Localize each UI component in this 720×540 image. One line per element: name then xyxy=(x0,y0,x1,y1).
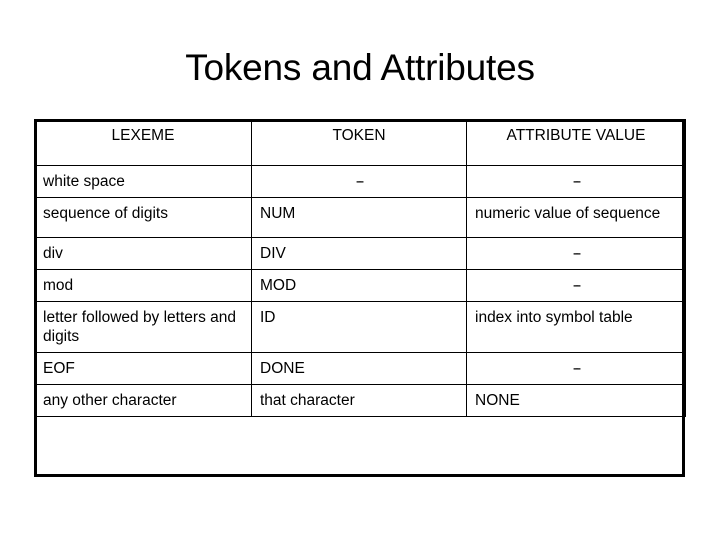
cell-attribute-value: NONE xyxy=(466,384,686,417)
null-value-dash: -- xyxy=(355,173,364,190)
cell-lexeme: white space xyxy=(34,165,252,198)
cell-attribute-value: -- xyxy=(466,237,686,270)
table-row: div DIV -- xyxy=(34,237,686,270)
cell-token: ID xyxy=(251,301,467,353)
column-header-token: TOKEN xyxy=(251,119,467,166)
table-header-row: LEXEME TOKEN ATTRIBUTE VALUE xyxy=(34,119,686,166)
null-value-dash: -- xyxy=(572,360,581,377)
cell-attribute-value: numeric value of sequence xyxy=(466,197,686,238)
table-row: white space -- -- xyxy=(34,165,686,198)
cell-attribute-value: -- xyxy=(466,269,686,302)
cell-token: NUM xyxy=(251,197,467,238)
page-title: Tokens and Attributes xyxy=(185,47,535,88)
cell-lexeme: letter followed by letters and digits xyxy=(34,301,252,353)
table-row: mod MOD -- xyxy=(34,269,686,302)
column-header-attribute-value: ATTRIBUTE VALUE xyxy=(466,119,686,166)
column-header-lexeme: LEXEME xyxy=(34,119,252,166)
cell-token: DONE xyxy=(251,352,467,385)
cell-token: that character xyxy=(251,384,467,417)
cell-lexeme: any other character xyxy=(34,384,252,417)
cell-token: -- xyxy=(251,165,467,198)
cell-lexeme: EOF xyxy=(34,352,252,385)
cell-token: DIV xyxy=(251,237,467,270)
cell-attribute-value: -- xyxy=(466,352,686,385)
cell-attribute-value: -- xyxy=(466,165,686,198)
table-row: sequence of digits NUM numeric value of … xyxy=(34,197,686,238)
null-value-dash: -- xyxy=(572,173,581,190)
cell-lexeme: sequence of digits xyxy=(34,197,252,238)
cell-lexeme: div xyxy=(34,237,252,270)
tokens-and-attributes-table: LEXEME TOKEN ATTRIBUTE VALUE white space… xyxy=(34,119,686,417)
cell-attribute-value: index into symbol table xyxy=(466,301,686,353)
table-row: any other character that character NONE xyxy=(34,384,686,417)
cell-token: MOD xyxy=(251,269,467,302)
cell-lexeme: mod xyxy=(34,269,252,302)
null-value-dash: -- xyxy=(572,245,581,262)
slide-canvas: Tokens and Attributes LEXEME TOKEN ATTRI… xyxy=(0,0,720,540)
table-row: letter followed by letters and digits ID… xyxy=(34,301,686,353)
table-row: EOF DONE -- xyxy=(34,352,686,385)
null-value-dash: -- xyxy=(572,277,581,294)
